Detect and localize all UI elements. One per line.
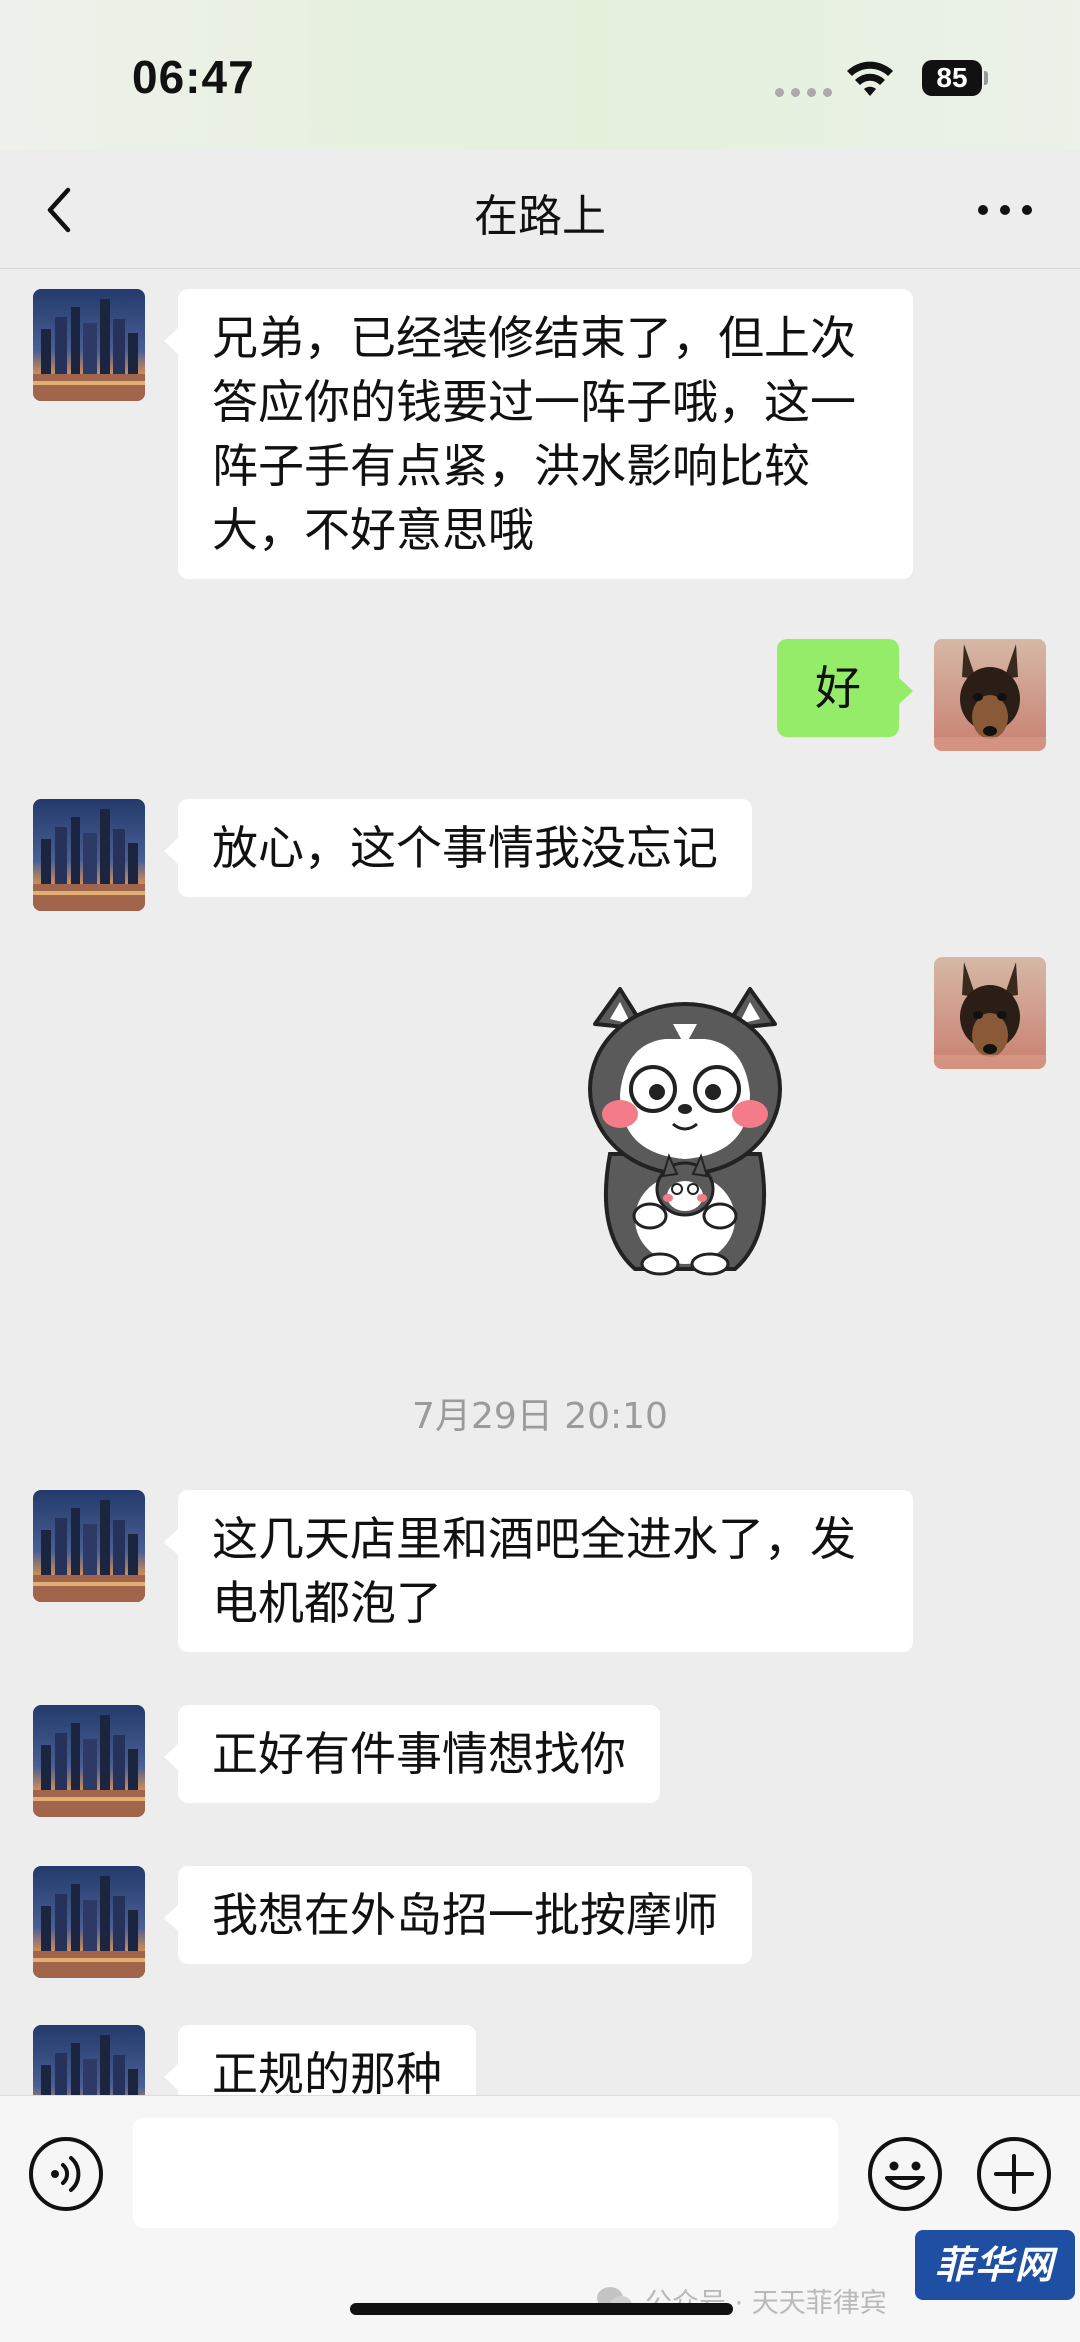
my-avatar[interactable]	[934, 639, 1046, 751]
cellular-signal-icon	[775, 88, 832, 97]
site-logo: 菲华网	[915, 2230, 1075, 2300]
message-bubble-incoming[interactable]: 兄弟，已经装修结束了，但上次答应你的钱要过一阵子哦，这一阵子手有点紧，洪水影响比…	[164, 289, 913, 579]
message-bubble-outgoing[interactable]: 好	[777, 639, 913, 737]
message-bubble-incoming[interactable]: 这几天店里和酒吧全进水了，发电机都泡了	[164, 1490, 913, 1652]
chat-title: 在路上	[474, 191, 606, 242]
my-avatar[interactable]	[934, 957, 1046, 1069]
more-options-icon[interactable]	[975, 200, 1035, 220]
message-list[interactable]: 兄弟，已经装修结束了，但上次答应你的钱要过一阵子哦，这一阵子手有点紧，洪水影响比…	[0, 269, 1080, 2095]
status-bar: 06:47 85	[0, 0, 1080, 150]
contact-avatar[interactable]	[33, 289, 145, 401]
battery-tip	[984, 71, 988, 85]
chat-timestamp: 7月29日 20:10	[412, 1396, 668, 1437]
plus-icon[interactable]	[976, 2136, 1052, 2212]
contact-avatar[interactable]	[33, 1490, 145, 1602]
battery-indicator: 85	[922, 60, 982, 96]
contact-avatar[interactable]	[33, 799, 145, 911]
contact-avatar[interactable]	[33, 1866, 145, 1978]
husky-sticker[interactable]	[565, 984, 805, 1284]
message-bubble-incoming[interactable]: 我想在外岛招一批按摩师	[164, 1866, 752, 1964]
smiley-icon[interactable]	[867, 2136, 943, 2212]
message-bubble-incoming[interactable]: 放心，这个事情我没忘记	[164, 799, 752, 897]
contact-avatar[interactable]	[33, 1705, 145, 1817]
voice-icon[interactable]	[28, 2136, 104, 2212]
message-input[interactable]	[133, 2118, 838, 2228]
contact-avatar[interactable]	[33, 2025, 145, 2095]
status-time: 06:47	[132, 51, 255, 103]
home-indicator[interactable]	[350, 2303, 733, 2315]
wifi-icon	[847, 61, 893, 96]
message-bubble-incoming[interactable]: 正规的那种	[164, 2025, 476, 2095]
chat-header: 在路上	[0, 150, 1080, 269]
message-bubble-incoming[interactable]: 正好有件事情想找你	[164, 1705, 660, 1803]
